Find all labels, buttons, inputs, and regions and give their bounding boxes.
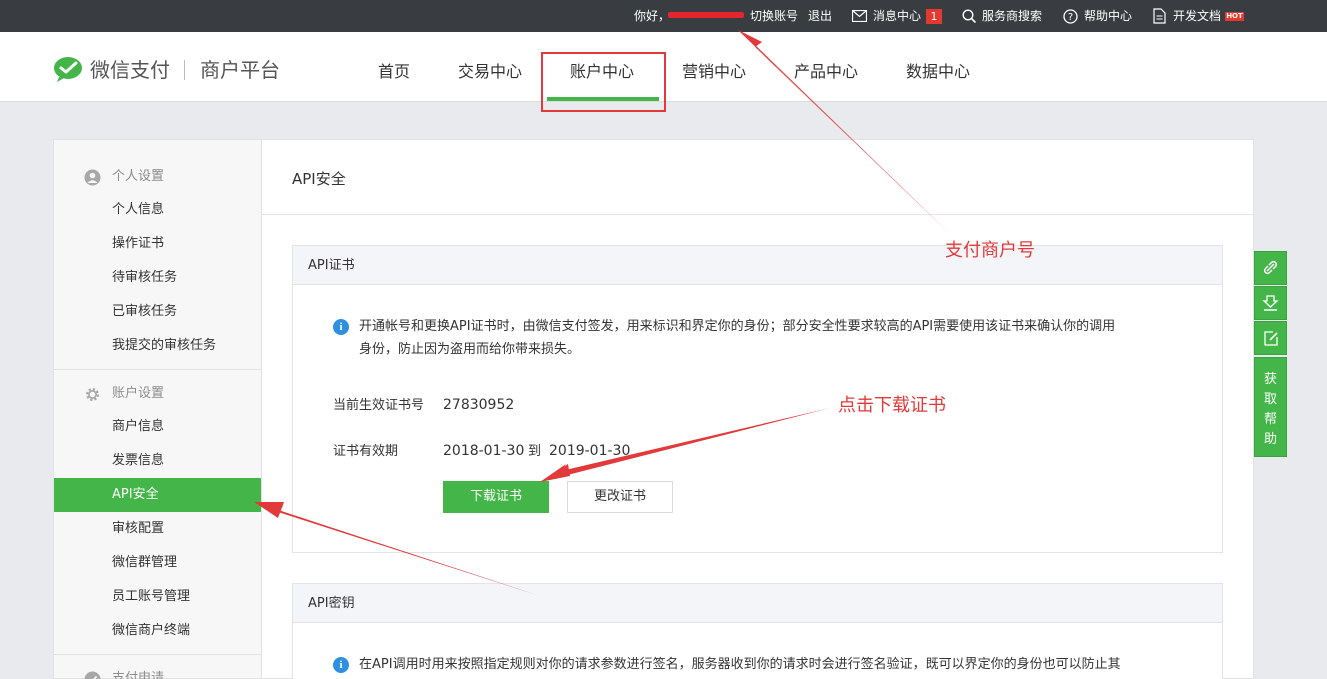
annotation-arrows bbox=[254, 30, 948, 596]
arrow-api-security bbox=[254, 502, 540, 596]
arrow-download-cert bbox=[540, 408, 830, 482]
